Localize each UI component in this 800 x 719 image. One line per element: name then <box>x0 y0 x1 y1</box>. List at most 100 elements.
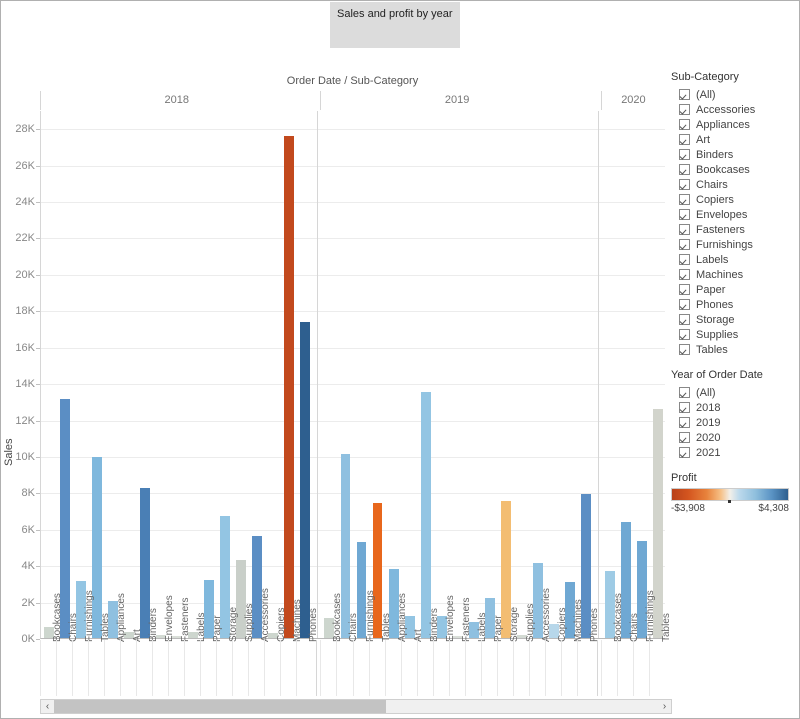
scrollbar-thumb[interactable] <box>54 700 386 713</box>
filter-subcategory-furnishings[interactable]: Furnishings <box>679 237 797 252</box>
filter-item-label: 2020 <box>696 432 720 444</box>
panel-separator <box>317 111 318 638</box>
filter-subcategory-binders[interactable]: Binders <box>679 147 797 162</box>
checkbox-checked-icon[interactable] <box>679 432 690 443</box>
checkbox-checked-icon[interactable] <box>679 209 690 220</box>
x-axis-cell-divider <box>120 640 121 696</box>
filter-subcategory-accessories[interactable]: Accessories <box>679 102 797 117</box>
x-axis-cell-divider <box>545 640 546 696</box>
checkbox-checked-icon[interactable] <box>679 344 690 355</box>
x-axis-cell-divider <box>320 640 321 696</box>
checkbox-checked-icon[interactable] <box>679 447 690 458</box>
checkbox-checked-icon[interactable] <box>679 239 690 250</box>
horizontal-scrollbar[interactable]: ‹ › <box>40 699 672 714</box>
filter-subcategory-copiers[interactable]: Copiers <box>679 192 797 207</box>
filter-subcategory-chairs[interactable]: Chairs <box>679 177 797 192</box>
year-header-2020: 2020 <box>601 91 665 110</box>
checkbox-checked-icon[interactable] <box>679 194 690 205</box>
filter-item-label: 2019 <box>696 417 720 429</box>
x-axis-tick-label: Storage <box>509 607 520 642</box>
filter-year-2019[interactable]: 2019 <box>679 415 797 430</box>
checkbox-checked-icon[interactable] <box>679 254 690 265</box>
bar-2019-binders[interactable] <box>421 392 431 638</box>
x-axis-panel-separator <box>597 640 598 696</box>
profit-gradient-marker <box>728 500 731 503</box>
x-axis-cell-divider <box>601 640 602 696</box>
checkbox-checked-icon[interactable] <box>679 104 690 115</box>
x-axis-cell-divider <box>433 640 434 696</box>
filter-subcategory-labels[interactable]: Labels <box>679 252 797 267</box>
filter-year-2020[interactable]: 2020 <box>679 430 797 445</box>
subcategory-filter-list[interactable]: (All)Accessories AppliancesArtBindersBook… <box>669 87 797 357</box>
y-axis-tick-label: 28K <box>1 124 35 134</box>
filter-item-label: Copiers <box>696 194 734 206</box>
x-axis-tick-label: Paper <box>493 615 504 642</box>
filter-subcategory-fasteners[interactable]: Fasteners <box>679 222 797 237</box>
checkbox-checked-icon[interactable] <box>679 179 690 190</box>
filter-subcategory-phones[interactable]: Phones <box>679 297 797 312</box>
checkbox-checked-icon[interactable] <box>679 284 690 295</box>
filter-subcategory-supplies[interactable]: Supplies <box>679 327 797 342</box>
checkbox-checked-icon[interactable] <box>679 224 690 235</box>
year-filter-title: Year of Order Date <box>671 369 797 381</box>
filter-year-2018[interactable]: 2018 <box>679 400 797 415</box>
scrollbar-track[interactable] <box>54 700 658 713</box>
filter-item-label: Phones <box>696 299 733 311</box>
checkbox-checked-icon[interactable] <box>679 387 690 398</box>
x-axis-tick-label: Furnishings <box>84 590 95 642</box>
filter-year-2021[interactable]: 2021 <box>679 445 797 460</box>
x-axis-tick-label: Envelopes <box>164 595 175 642</box>
viz-title: Sales and profit by year <box>330 2 460 48</box>
checkbox-checked-icon[interactable] <box>679 149 690 160</box>
filter-subcategory-storage[interactable]: Storage <box>679 312 797 327</box>
checkbox-checked-icon[interactable] <box>679 329 690 340</box>
checkbox-checked-icon[interactable] <box>679 402 690 413</box>
gridline <box>41 566 665 567</box>
filter-subcategory-art[interactable]: Art <box>679 132 797 147</box>
checkbox-checked-icon[interactable] <box>679 134 690 145</box>
checkbox-checked-icon[interactable] <box>679 89 690 100</box>
filter-subcategory-all[interactable]: (All) <box>679 87 797 102</box>
checkbox-checked-icon[interactable] <box>679 269 690 280</box>
x-axis-cell-divider <box>513 640 514 696</box>
x-axis-cell-divider <box>385 640 386 696</box>
filter-subcategory-machines[interactable]: Machines <box>679 267 797 282</box>
gridline <box>41 421 665 422</box>
scroll-right-arrow-icon[interactable]: › <box>658 701 671 712</box>
x-axis-tick-label: Binders <box>429 608 440 642</box>
filter-subcategory-bookcases[interactable]: Bookcases <box>679 162 797 177</box>
filter-subcategory-paper[interactable]: Paper <box>679 282 797 297</box>
x-axis-tick-label: Paper <box>212 615 223 642</box>
x-axis-tick-label: Art <box>413 629 424 642</box>
x-axis-cell-divider <box>417 640 418 696</box>
bar-2018-phones[interactable] <box>300 322 310 638</box>
x-axis-cell-divider <box>216 640 217 696</box>
profit-color-gradient <box>671 488 789 501</box>
x-axis-tick-label: Machines <box>573 599 584 642</box>
checkbox-checked-icon[interactable] <box>679 164 690 175</box>
filter-subcategory-tables[interactable]: Tables <box>679 342 797 357</box>
y-axis-tick-label: 20K <box>1 270 35 280</box>
profit-max-label: $4,308 <box>758 503 789 514</box>
x-axis-cell-divider <box>336 640 337 696</box>
y-axis-tick-label: 14K <box>1 379 35 389</box>
bar-2018-machines[interactable] <box>284 136 294 639</box>
subcategory-filter-title: Sub-Category <box>671 71 797 83</box>
x-axis-tick-label: Storage <box>228 607 239 642</box>
x-axis-tick-label: Fasteners <box>461 598 472 642</box>
checkbox-checked-icon[interactable] <box>679 119 690 130</box>
filter-item-label: Appliances <box>696 119 750 131</box>
x-axis-tick-label: Copiers <box>276 608 287 642</box>
checkbox-checked-icon[interactable] <box>679 417 690 428</box>
year-filter-list[interactable]: (All)2018 2019 20202021 <box>669 385 797 460</box>
x-axis-cell-divider <box>561 640 562 696</box>
filter-subcategory-appliances[interactable]: Appliances <box>679 117 797 132</box>
x-axis-panel-separator <box>316 640 317 696</box>
filter-subcategory-envelopes[interactable]: Envelopes <box>679 207 797 222</box>
filter-item-label: Paper <box>696 284 725 296</box>
checkbox-checked-icon[interactable] <box>679 299 690 310</box>
checkbox-checked-icon[interactable] <box>679 314 690 325</box>
filter-year-all[interactable]: (All) <box>679 385 797 400</box>
x-axis-tick-label: Art <box>132 629 143 642</box>
scroll-left-arrow-icon[interactable]: ‹ <box>41 701 54 712</box>
